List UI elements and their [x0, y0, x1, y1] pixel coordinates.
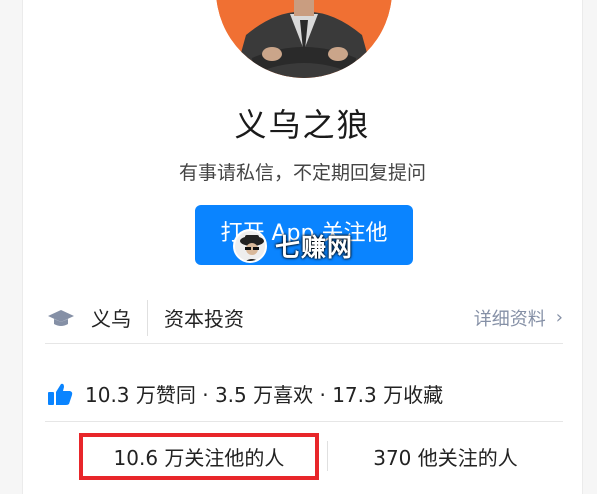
following-count[interactable]: 370 他关注的人 [328, 442, 563, 471]
detail-link[interactable]: 详细资料 › [474, 305, 563, 331]
avatar[interactable] [216, 0, 392, 78]
watermark-text: 七赚网 [275, 233, 354, 262]
divider [147, 299, 148, 336]
info-row: 义乌 资本投资 详细资料 › [45, 292, 563, 344]
profile-bio: 有事请私信，不定期回复提问 [178, 162, 426, 184]
graduation-cap-icon [48, 309, 74, 326]
stats-row: 10.3 万赞同 · 3.5 万喜欢 · 17.3 万收藏 [45, 366, 563, 422]
follow-row: 10.6 万关注他的人 370 他关注的人 [45, 424, 563, 488]
stats-summary: 10.3 万赞同 · 3.5 万喜欢 · 17.3 万收藏 [85, 383, 444, 407]
thumbs-up-icon [48, 383, 73, 405]
profile-name: 义乌之狼 [234, 106, 371, 144]
location-label: 义乌 [91, 307, 131, 331]
profile-card: 义乌之狼 有事请私信，不定期回复提问 打开 App 关注他 七赚网 义乌 资本投… [22, 0, 583, 494]
watermark-logo-icon [233, 229, 267, 263]
industry-label: 资本投资 [164, 307, 244, 331]
watermark: 七赚网 [233, 226, 353, 266]
followers-count[interactable]: 10.6 万关注他的人 [79, 432, 319, 480]
detail-link-label: 详细资料 [473, 308, 546, 330]
chevron-right-icon: › [555, 307, 563, 328]
